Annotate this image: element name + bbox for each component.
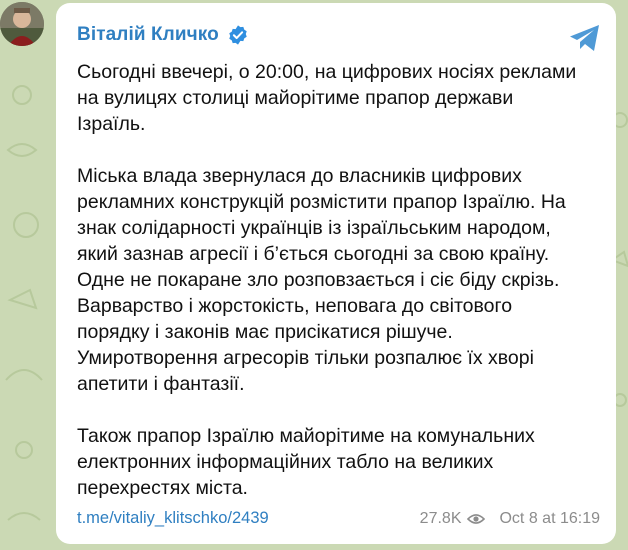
message-paragraph-1: Сьогодні ввечері, о 20:00, на цифрових н… <box>77 61 577 135</box>
message-paragraph-2: Міська влада звернулася до власників циф… <box>77 165 566 395</box>
author-name[interactable]: Віталій Кличко <box>77 24 219 46</box>
message-meta: 27.8K Oct 8 at 16:19 <box>420 510 600 528</box>
telegram-share-icon[interactable] <box>568 23 602 53</box>
views-count: 27.8K <box>419 509 462 527</box>
message-paragraph-3: Також прапор Ізраїлю майорітиме на комун… <box>77 425 535 499</box>
verified-badge-icon <box>229 25 247 45</box>
author-avatar[interactable] <box>0 2 44 46</box>
avatar-image <box>0 2 44 46</box>
post-date: Oct 8 at 16:19 <box>499 509 600 527</box>
eye-icon <box>467 513 486 524</box>
message-header: Віталій Кличко <box>77 19 596 51</box>
message-bubble: Віталій Кличко Сьогодні ввечері, о 20:00… <box>56 3 616 544</box>
message-footer: t.me/vitaliy_klitschko/2439 27.8K Oct 8 … <box>77 509 600 528</box>
post-link[interactable]: t.me/vitaliy_klitschko/2439 <box>77 509 269 528</box>
message-text: Сьогодні ввечері, о 20:00, на цифрових н… <box>77 59 596 501</box>
